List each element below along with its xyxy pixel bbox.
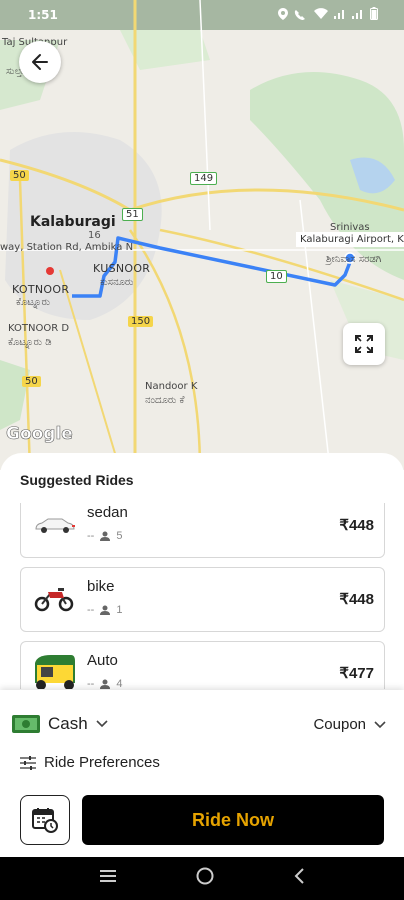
menu-lines-icon [100, 870, 117, 882]
highway-shield-50b: 50 [22, 376, 41, 387]
signal-icon-2 [352, 8, 364, 22]
booking-bar: Cash Coupon Ride Preferences Ride Now [0, 690, 404, 857]
cash-icon [12, 715, 40, 733]
highway-shield-150: 150 [128, 316, 154, 327]
map-label-kalaburagi: Kalaburagi [30, 214, 116, 230]
recents-button[interactable] [98, 868, 118, 889]
ride-name: sedan [87, 504, 128, 521]
payment-selector[interactable]: Cash [12, 714, 108, 734]
seat-count: 5 [116, 530, 123, 542]
person-icon [100, 605, 111, 615]
coupon-selector[interactable]: Coupon [313, 716, 386, 733]
wifi-call-icon [294, 8, 308, 23]
person-icon [100, 531, 111, 541]
status-icons [278, 7, 378, 23]
arrow-left-icon [32, 54, 48, 70]
highway-shield-50a: 50 [10, 170, 29, 181]
fullscreen-button[interactable] [343, 323, 385, 365]
signal-icon [334, 8, 346, 22]
back-button[interactable] [19, 41, 61, 83]
ride-preferences-button[interactable]: Ride Preferences [20, 754, 160, 771]
system-back-button[interactable] [292, 867, 306, 890]
seat-count: 1 [116, 604, 123, 616]
person-icon [100, 679, 111, 689]
highway-shield-149: 149 [190, 172, 218, 185]
ride-option-bike[interactable]: bike -- 1 ₹448 [20, 567, 385, 632]
chevron-down-icon [96, 720, 108, 728]
map-label-srinivas-kn: ಶ್ರೀನಿವಾಸ ಸರಡಗಿ [326, 254, 382, 265]
calendar-clock-icon [32, 808, 58, 833]
bike-icon [31, 578, 77, 620]
eta-placeholder: -- [87, 678, 95, 689]
chevron-left-icon [294, 868, 304, 884]
ride-name: bike [87, 578, 115, 595]
map-label-kotnoor-d-kn: ಕೊಟ್ನೂರು ಡಿ [8, 337, 52, 348]
highway-shield-16: 16 [88, 230, 101, 241]
fullscreen-icon [355, 335, 373, 353]
ride-meta: -- 5 [87, 530, 122, 542]
eta-placeholder: -- [87, 530, 95, 542]
chevron-down-icon [374, 720, 386, 728]
sliders-icon [20, 755, 36, 770]
map-label-nandoor-kn: ನಂದೂರು ಕೆ [145, 395, 185, 406]
map-label-kotnoor: KOTNOOR [12, 283, 70, 296]
ride-preferences-label: Ride Preferences [44, 754, 160, 771]
eta-placeholder: -- [87, 604, 95, 616]
schedule-ride-button[interactable] [20, 795, 70, 845]
coupon-label: Coupon [313, 716, 366, 733]
map-label-kotnoor-d: KOTNOOR D [8, 323, 70, 334]
ride-meta: -- 1 [87, 604, 122, 616]
payment-label: Cash [48, 714, 88, 733]
ride-name: Auto [87, 652, 118, 669]
map-view[interactable]: Taj Sultanpur ಸುಲ್ತಾನ್ Kalaburagi way, S… [0, 0, 404, 470]
location-icon [278, 7, 288, 23]
wifi-icon [314, 8, 328, 22]
map-label-kusnoor-kn: ಕುಸನೂರು [100, 277, 134, 288]
ride-meta: -- 4 [87, 678, 122, 689]
system-nav-bar [0, 857, 404, 900]
ride-option-auto[interactable]: Auto -- 4 ₹477 [20, 641, 385, 689]
highway-shield-51: 51 [122, 208, 143, 221]
map-label-nandoor: Nandoor K [145, 381, 198, 392]
map-label-station-road: way, Station Rd, Ambika N [0, 242, 134, 253]
sedan-car-icon [31, 504, 77, 546]
ride-price: ₹448 [339, 591, 374, 608]
suggested-rides-title: Suggested Rides [20, 472, 134, 488]
home-button[interactable] [195, 866, 215, 891]
ride-list[interactable]: sedan -- 5 ₹448 bike -- 1 ₹448 Auto -- 4… [20, 503, 385, 689]
battery-icon [370, 7, 378, 23]
ride-option-sedan[interactable]: sedan -- 5 ₹448 [20, 503, 385, 558]
ride-price: ₹448 [339, 517, 374, 534]
google-logo: Google [6, 424, 73, 445]
map-label-airport: Kalaburagi Airport, Kala [296, 232, 404, 247]
home-circle-icon [196, 867, 214, 885]
map-label-kotnoor-kn: ಕೊಟ್ನೂರು [16, 297, 51, 308]
map-label-kusnoor: KUSNOOR [93, 262, 151, 275]
status-bar: 1:51 [0, 0, 404, 30]
ride-price: ₹477 [339, 665, 374, 682]
auto-rickshaw-icon [31, 652, 77, 689]
highway-shield-10: 10 [266, 270, 287, 283]
seat-count: 4 [116, 678, 123, 689]
ride-now-button[interactable]: Ride Now [82, 795, 384, 845]
status-time: 1:51 [28, 8, 58, 22]
